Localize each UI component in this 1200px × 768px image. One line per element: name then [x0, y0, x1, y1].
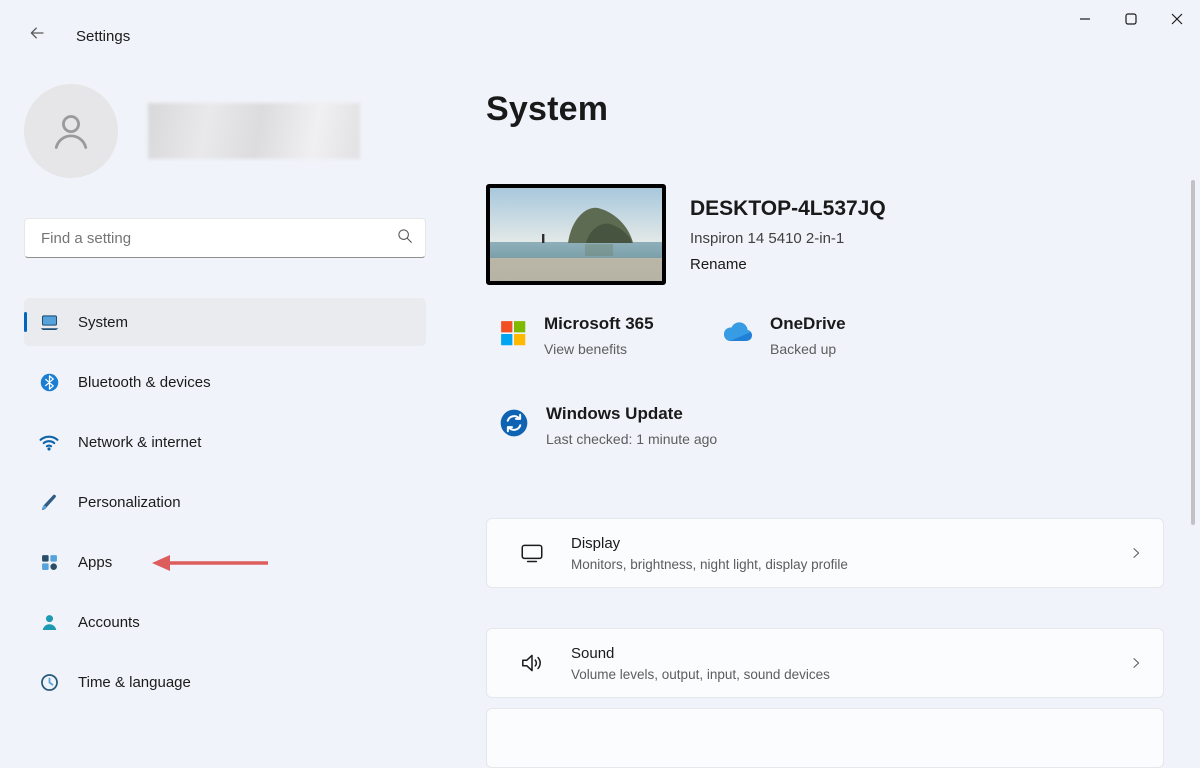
card-text: Display Monitors, brightness, night ligh…	[571, 535, 848, 572]
quick-link-text: OneDrive Backed up	[770, 314, 846, 357]
accounts-person-icon	[38, 611, 60, 633]
device-wallpaper-thumbnail	[486, 184, 666, 285]
display-icon	[519, 540, 545, 566]
clock-icon	[38, 671, 60, 693]
wifi-icon	[38, 431, 60, 453]
bluetooth-icon	[38, 371, 60, 393]
quick-link-status: Backed up	[770, 341, 837, 357]
person-icon	[54, 115, 88, 149]
sidebar-item-accounts[interactable]: Accounts	[24, 598, 426, 646]
close-icon	[1171, 12, 1183, 30]
speaker-icon	[519, 650, 545, 676]
card-text: Sound Volume levels, output, input, soun…	[571, 645, 830, 682]
microsoft-365-link[interactable]: Microsoft 365 View benefits	[498, 314, 654, 357]
back-button[interactable]	[20, 20, 54, 50]
settings-navigation: System Bluetooth & devices Network & int…	[24, 298, 426, 718]
sidebar-item-time-language[interactable]: Time & language	[24, 658, 426, 706]
settings-card-display[interactable]: Display Monitors, brightness, night ligh…	[486, 518, 1164, 588]
quick-link-text: Microsoft 365 View benefits	[544, 314, 654, 357]
sidebar-item-label: Personalization	[78, 493, 181, 511]
card-title: Sound	[571, 644, 615, 662]
titlebar: Settings	[0, 0, 1200, 48]
quick-link-title: OneDrive	[770, 314, 846, 333]
avatar	[24, 84, 118, 178]
window-controls	[1062, 0, 1200, 42]
view-benefits-link[interactable]: View benefits	[544, 341, 654, 357]
chevron-right-icon	[1129, 656, 1143, 670]
device-model: Inspiron 14 5410 2-in-1	[690, 230, 845, 247]
windows-update-icon	[498, 407, 530, 444]
sidebar-item-label: Apps	[78, 553, 113, 571]
sidebar-item-apps[interactable]: Apps	[24, 538, 426, 586]
windows-update-link[interactable]: Windows Update Last checked: 1 minute ag…	[498, 404, 717, 447]
device-info: DESKTOP-4L537JQ Inspiron 14 5410 2-in-1 …	[690, 197, 886, 274]
sidebar-item-label: Time & language	[78, 673, 191, 691]
onedrive-link[interactable]: OneDrive Backed up	[718, 314, 846, 357]
card-subtitle: Volume levels, output, input, sound devi…	[571, 666, 830, 682]
user-profile	[24, 84, 360, 178]
minimize-button[interactable]	[1062, 0, 1108, 42]
last-checked-status: Last checked: 1 minute ago	[546, 431, 718, 447]
close-button[interactable]	[1154, 0, 1200, 42]
search-input[interactable]	[39, 228, 396, 248]
sidebar-item-system[interactable]: System	[24, 298, 426, 346]
minimize-icon	[1079, 12, 1091, 30]
sidebar-item-personalization[interactable]: Personalization	[24, 478, 426, 526]
user-name-redacted	[148, 103, 360, 159]
search-icon	[396, 227, 413, 249]
settings-card-sound[interactable]: Sound Volume levels, output, input, soun…	[486, 628, 1164, 698]
quick-link-text: Windows Update Last checked: 1 minute ag…	[546, 404, 717, 447]
beach-photo	[490, 188, 662, 281]
rename-button[interactable]: Rename	[690, 256, 747, 273]
device-name: DESKTOP-4L537JQ	[690, 197, 886, 220]
card-title: Display	[571, 534, 621, 552]
system-icon	[38, 311, 60, 333]
chevron-right-icon	[1129, 546, 1143, 560]
onedrive-cloud-icon	[718, 320, 754, 351]
sidebar-item-label: System	[78, 313, 129, 331]
sidebar-item-label: Network & internet	[78, 433, 202, 451]
card-subtitle: Monitors, brightness, night light, displ…	[571, 556, 848, 572]
search-box	[24, 218, 426, 258]
maximize-button[interactable]	[1108, 0, 1154, 42]
apps-icon	[38, 551, 60, 573]
vertical-scrollbar[interactable]	[1191, 180, 1195, 525]
sidebar-item-network-internet[interactable]: Network & internet	[24, 418, 426, 466]
quick-link-title: Microsoft 365	[544, 314, 654, 333]
settings-card-partial[interactable]	[486, 708, 1164, 768]
quick-link-title: Windows Update	[546, 404, 683, 423]
brush-icon	[38, 491, 60, 513]
sidebar-item-label: Accounts	[78, 613, 140, 631]
maximize-icon	[1125, 12, 1137, 30]
page-title: System	[486, 90, 609, 128]
sidebar-item-label: Bluetooth & devices	[78, 373, 211, 391]
back-arrow-icon	[28, 24, 46, 47]
microsoft-logo-icon	[498, 318, 528, 353]
sidebar-item-bluetooth-devices[interactable]: Bluetooth & devices	[24, 358, 426, 406]
selection-indicator	[24, 312, 27, 332]
app-title: Settings	[76, 28, 131, 45]
